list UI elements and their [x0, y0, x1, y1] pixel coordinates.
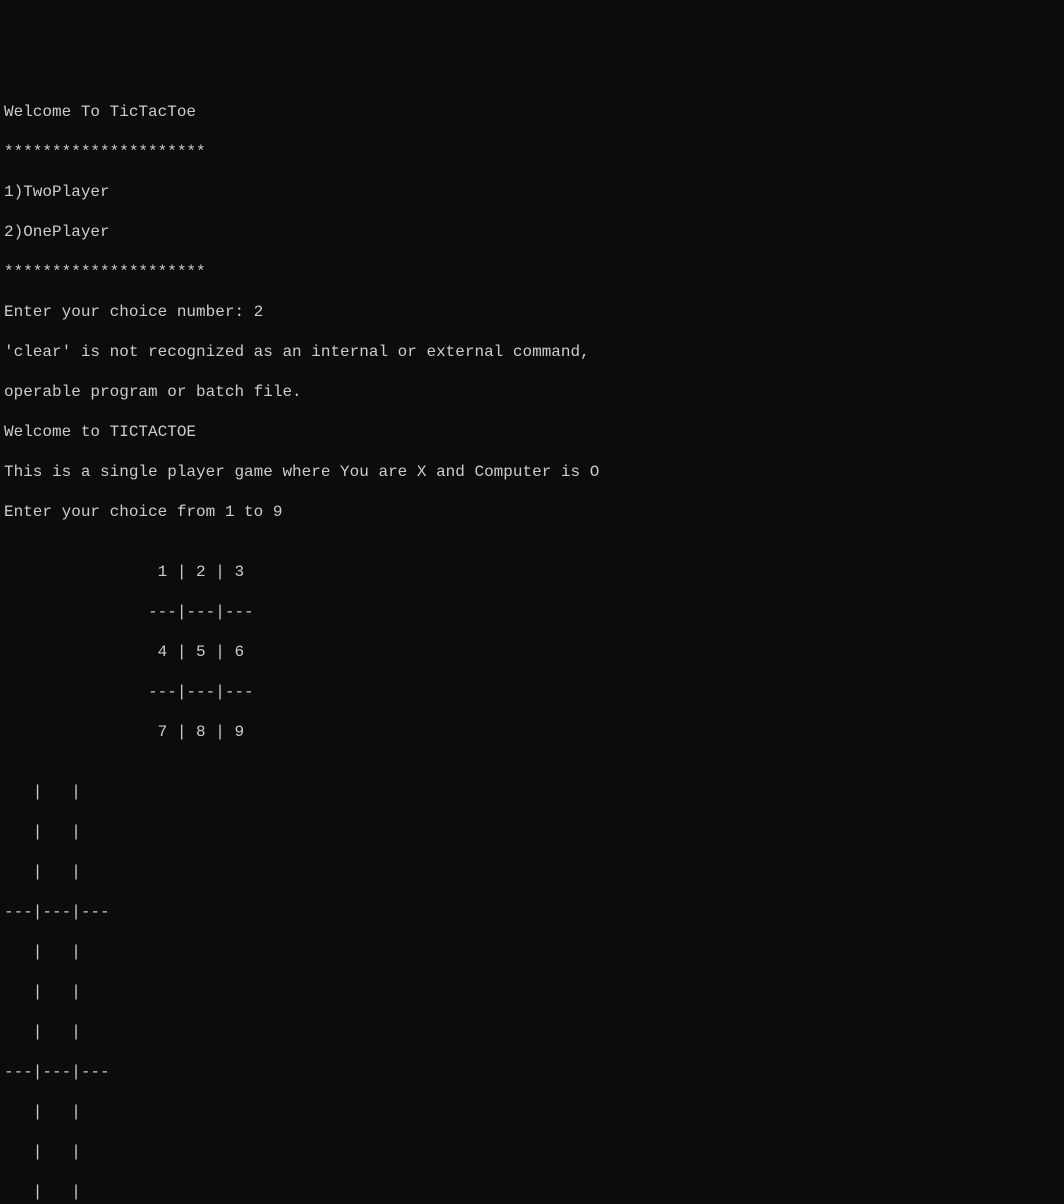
menu-option-2: 2)OnePlayer — [4, 222, 1060, 242]
choice-prompt-line: Enter your choice number: 2 — [4, 302, 1060, 322]
game-board-cell-row: | | — [4, 822, 1060, 842]
terminal-output[interactable]: Welcome To TicTacToe *******************… — [4, 82, 1060, 680]
game-description: This is a single player game where You a… — [4, 462, 1060, 482]
game-board-divider: ---|---|--- — [4, 902, 1060, 922]
game-board-divider: ---|---|--- — [4, 1062, 1060, 1082]
game-board-cell-row: | | — [4, 1102, 1060, 1122]
game-board-cell-row: | | — [4, 1142, 1060, 1162]
menu-option-1: 1)TwoPlayer — [4, 182, 1060, 202]
game-board-cell-row: | | — [4, 782, 1060, 802]
guide-board-row-2: 4 | 5 | 6 — [4, 642, 1060, 662]
game-board-cell-row: | | — [4, 1022, 1060, 1042]
game-welcome: Welcome to TICTACTOE — [4, 422, 1060, 442]
game-board-cell-row: | | — [4, 942, 1060, 962]
welcome-title: Welcome To TicTacToe — [4, 102, 1060, 122]
error-line-1: 'clear' is not recognized as an internal… — [4, 342, 1060, 362]
guide-board-divider-2: ---|---|--- — [4, 682, 1060, 702]
guide-board-divider-1: ---|---|--- — [4, 602, 1060, 622]
game-board-cell-row: | | — [4, 1182, 1060, 1202]
game-board-cell-row: | | — [4, 862, 1060, 882]
separator-line: ********************* — [4, 262, 1060, 282]
guide-board-row-1: 1 | 2 | 3 — [4, 562, 1060, 582]
guide-board-row-3: 7 | 8 | 9 — [4, 722, 1060, 742]
separator-line: ********************* — [4, 142, 1060, 162]
game-instruction: Enter your choice from 1 to 9 — [4, 502, 1060, 522]
error-line-2: operable program or batch file. — [4, 382, 1060, 402]
game-board-cell-row: | | — [4, 982, 1060, 1002]
